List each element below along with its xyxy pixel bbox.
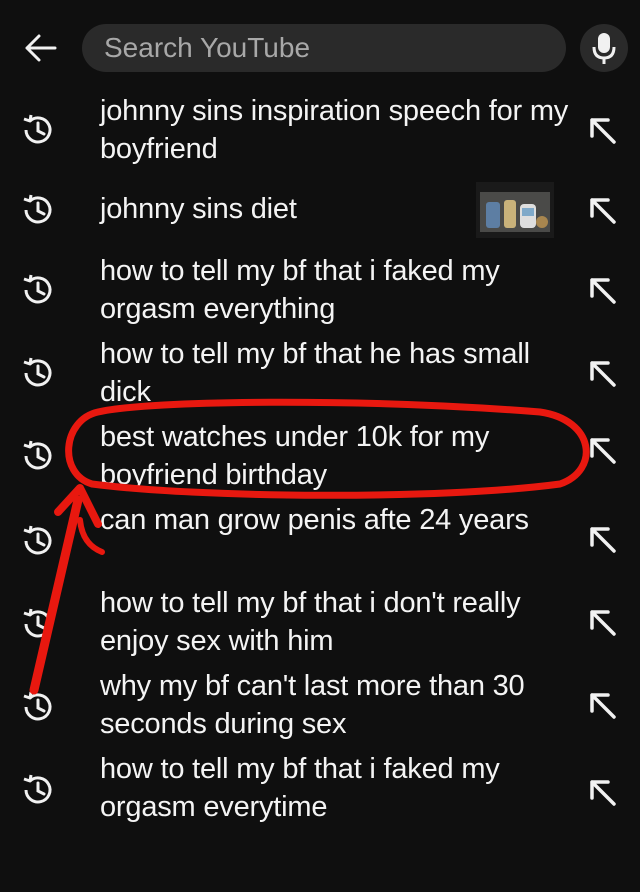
history-clock-icon bbox=[23, 608, 52, 638]
suggestion-row[interactable]: johnny sins inspiration speech for my bo… bbox=[0, 92, 640, 172]
history-clock-icon bbox=[23, 691, 52, 721]
back-button[interactable] bbox=[18, 28, 62, 68]
history-clock-icon bbox=[23, 114, 52, 144]
suggestion-text: how to tell my bf that i faked my orgasm… bbox=[100, 753, 500, 823]
suggestion-row[interactable]: can man grow penis afte 24 years bbox=[0, 501, 640, 581]
arrow-up-left-icon[interactable] bbox=[584, 112, 620, 148]
microphone-icon bbox=[592, 33, 616, 64]
suggestion-row[interactable]: how to tell my bf that i faked my orgasm… bbox=[0, 252, 640, 332]
history-clock-icon bbox=[23, 774, 52, 804]
search-box[interactable] bbox=[82, 24, 566, 72]
history-clock-icon bbox=[23, 525, 52, 555]
suggestion-text: johnny sins inspiration speech for my bo… bbox=[100, 95, 569, 165]
arrow-up-left-icon[interactable] bbox=[584, 272, 620, 308]
suggestion-row[interactable]: johnny sins diet bbox=[0, 178, 640, 244]
history-clock-icon bbox=[23, 194, 52, 224]
history-clock-icon bbox=[23, 357, 52, 387]
history-clock-icon bbox=[23, 440, 52, 470]
voice-search-button[interactable] bbox=[580, 24, 628, 72]
arrow-up-left-icon[interactable] bbox=[584, 774, 620, 810]
suggestion-row-highlighted[interactable]: best watches under 10k for my boyfriend … bbox=[0, 418, 640, 498]
arrow-up-left-icon[interactable] bbox=[584, 521, 620, 557]
video-thumbnail bbox=[476, 182, 554, 238]
suggestion-text: can man grow penis afte 24 years bbox=[100, 504, 529, 536]
suggestion-row[interactable]: how to tell my bf that i don't really en… bbox=[0, 584, 640, 664]
suggestion-row[interactable]: how to tell my bf that i faked my orgasm… bbox=[0, 750, 640, 830]
arrow-up-left-icon[interactable] bbox=[584, 355, 620, 391]
suggestion-row[interactable]: why my bf can't last more than 30 second… bbox=[0, 667, 640, 747]
search-input[interactable] bbox=[102, 31, 546, 65]
suggestion-text: how to tell my bf that he has small dick bbox=[100, 338, 530, 408]
suggestion-row[interactable]: how to tell my bf that he has small dick bbox=[0, 335, 640, 415]
arrow-up-left-icon[interactable] bbox=[584, 192, 620, 228]
arrow-up-left-icon[interactable] bbox=[584, 432, 620, 468]
suggestion-text: how to tell my bf that i don't really en… bbox=[100, 587, 521, 657]
suggestion-text: best watches under 10k for my boyfriend … bbox=[100, 421, 490, 491]
arrow-up-left-icon[interactable] bbox=[584, 687, 620, 723]
arrow-up-left-icon[interactable] bbox=[584, 604, 620, 640]
history-clock-icon bbox=[23, 274, 52, 304]
search-header bbox=[0, 0, 640, 92]
arrow-left-icon bbox=[25, 34, 57, 62]
suggestion-text: why my bf can't last more than 30 second… bbox=[100, 670, 525, 740]
suggestion-text: how to tell my bf that i faked my orgasm… bbox=[100, 255, 500, 325]
